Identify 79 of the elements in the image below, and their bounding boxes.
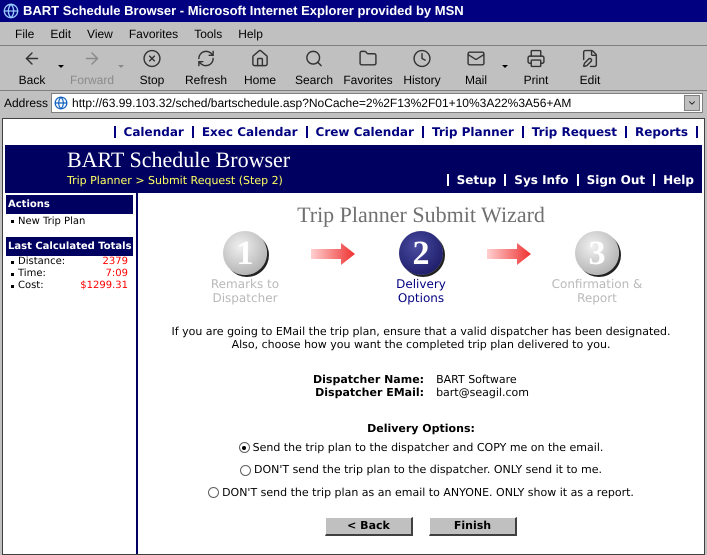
menu-item[interactable]: View [84, 24, 116, 42]
menu-item[interactable]: Edit [47, 24, 74, 42]
wizard-title: Trip Planner Submit Wizard [297, 203, 545, 227]
field-label: Dispatcher EMail: [314, 386, 424, 399]
form-button[interactable]: Finish [429, 517, 517, 536]
header-link[interactable]: Sys Info [514, 171, 569, 189]
dropdown-button[interactable] [684, 95, 700, 111]
total-value: 2379 [102, 256, 128, 268]
window-title: BART Schedule Browser - Microsoft Internet Explorer provided by MSN [23, 2, 464, 20]
dropdown-caret-icon[interactable] [58, 65, 64, 68]
nav-link[interactable]: Reports [634, 123, 688, 141]
total-label: Distance: [18, 256, 66, 268]
sidebar-heading: Actions [6, 195, 133, 214]
field-label: Dispatcher Name: [313, 373, 424, 386]
sidebar-heading: Last Calculated Totals [6, 237, 133, 256]
breadcrumb: Trip Planner > Submit Request (Step 2) [67, 172, 284, 188]
bullet-icon [11, 284, 14, 288]
menu-item[interactable]: Favorites [126, 24, 182, 42]
menu-item[interactable]: Help [235, 24, 266, 42]
sidebar-link[interactable]: New Trip Plan [18, 214, 86, 229]
total-label: Time: [18, 268, 46, 280]
radio-button[interactable] [238, 442, 250, 454]
form-button[interactable]: < Back [325, 517, 413, 536]
refresh-icon [196, 49, 216, 68]
bullet-icon [11, 220, 14, 223]
mail-icon [466, 49, 486, 68]
search-icon [304, 49, 324, 68]
radio-button[interactable] [240, 464, 251, 476]
stop-icon [142, 49, 162, 68]
clock-icon [412, 49, 432, 68]
address-field[interactable]: http://63.99.103.32/sched/bartschedule.asp?NoCache=2%2F13%2F01+10%3A22%3A56+AM [51, 93, 703, 113]
address-label: Address [4, 95, 48, 112]
nav-link[interactable]: Trip Request [532, 123, 617, 141]
page-icon [54, 96, 68, 110]
dropdown-caret-icon[interactable] [502, 65, 508, 68]
field-value: BART Software [436, 373, 518, 386]
toolbar-button[interactable]: Refresh [180, 47, 232, 89]
toolbar-button[interactable]: Favorites [342, 47, 394, 89]
nav-link[interactable]: Calendar [124, 123, 184, 141]
nav-link[interactable]: Crew Calendar [316, 123, 414, 141]
toolbar-button[interactable]: Print [510, 47, 562, 89]
toolbar-button[interactable]: Search [288, 47, 340, 89]
toolbar-button[interactable]: Home [234, 47, 286, 89]
total-label: Cost: [18, 280, 44, 292]
header-link[interactable]: Help [663, 171, 694, 189]
toolbar-button[interactable]: Stop [126, 47, 178, 89]
menu-item[interactable]: File [12, 24, 38, 42]
edit-document-icon [580, 49, 600, 68]
option-label[interactable]: DON'T send the trip plan as an email to ANYONE. ONLY show it as a report. [222, 484, 634, 501]
step-label: Remarks to Dispatcher [210, 277, 280, 305]
bullet-icon [11, 272, 14, 276]
field-value: bart@seagil.com [436, 386, 529, 399]
nav-link[interactable]: Exec Calendar [202, 123, 298, 141]
site-title: BART Schedule Browser [67, 146, 290, 172]
folder-icon [358, 49, 378, 68]
toolbar-button[interactable]: Back [6, 47, 58, 89]
total-value: $1299.31 [80, 280, 128, 292]
instruction-text: If you are going to EMail the trip plan, ensure that a valid dispatcher has been designated. [171, 325, 671, 338]
menu-item[interactable]: Tools [191, 24, 226, 42]
step-label: Delivery Options [395, 277, 447, 305]
toolbar-button[interactable]: Mail [450, 47, 502, 89]
browser-logo-icon [3, 3, 19, 19]
toolbar-button[interactable]: Edit [564, 47, 616, 89]
header-link[interactable]: Sign Out [586, 171, 646, 189]
step-label: Confirmation & Report [550, 277, 644, 305]
step-arrow-icon [311, 243, 355, 265]
home-icon [250, 49, 270, 68]
toolbar-button[interactable]: History [396, 47, 448, 89]
delivery-options-heading: Delivery Options: [367, 421, 475, 437]
option-label[interactable]: DON'T send the trip plan to the dispatcher. ONLY send it to me. [254, 462, 602, 478]
nav-link[interactable]: Trip Planner [432, 123, 514, 141]
bullet-icon [11, 260, 14, 264]
total-value: 7:09 [106, 268, 128, 280]
radio-button[interactable] [208, 487, 220, 498]
step-arrow-icon [487, 243, 531, 265]
option-label[interactable]: Send the trip plan to the dispatcher and COPY me on the email. [252, 440, 604, 456]
printer-icon [526, 49, 546, 68]
header-link[interactable]: Setup [456, 171, 496, 189]
instruction-text: Also, choose how you want the completed trip plan delivered to you. [232, 338, 610, 351]
